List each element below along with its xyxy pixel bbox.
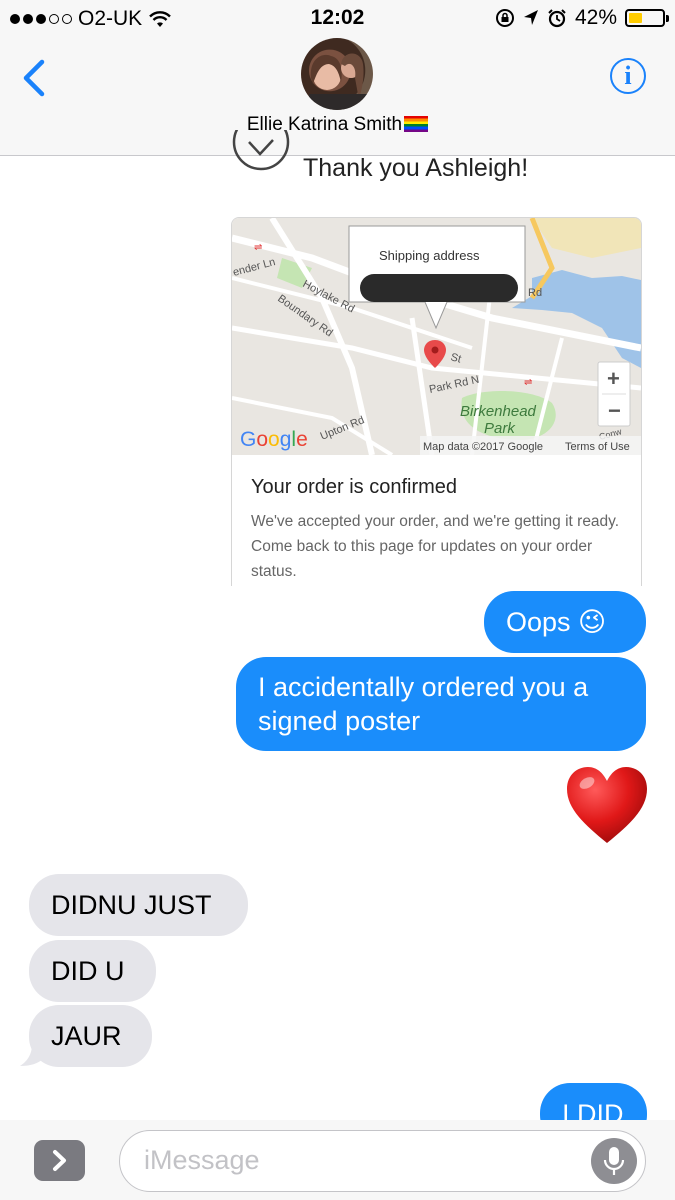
message-bubble-incoming[interactable]: DIDNU JUST bbox=[29, 874, 248, 936]
order-confirmed-title: Your order is confirmed bbox=[251, 476, 458, 498]
terms-of-use-link[interactable]: Terms of Use bbox=[565, 441, 630, 453]
alarm-icon bbox=[548, 9, 566, 28]
message-bubble-outgoing[interactable]: Oops 😉 bbox=[484, 591, 646, 653]
map-label: Park bbox=[484, 420, 516, 437]
conversation-header: Ellie Katrina Smith i bbox=[0, 38, 675, 156]
message-input-bar: iMessage bbox=[0, 1120, 675, 1200]
input-placeholder: iMessage bbox=[144, 1145, 260, 1175]
svg-text:⇌: ⇌ bbox=[524, 377, 532, 388]
redacted-address bbox=[360, 274, 518, 302]
google-logo: Google bbox=[240, 428, 308, 451]
dictation-button[interactable] bbox=[591, 1138, 637, 1184]
location-icon bbox=[523, 10, 538, 25]
thanks-message: Thank you Ashleigh! bbox=[303, 154, 529, 182]
message-bubble-outgoing[interactable]: I accidentally ordered you a signed post… bbox=[236, 657, 646, 751]
rainbow-flag-icon bbox=[404, 116, 429, 132]
shipping-map[interactable]: ender Ln Hoylake Rd Boundary Rd Park Rd … bbox=[232, 218, 641, 455]
map-label: Birkenhead bbox=[460, 403, 537, 420]
microphone-icon bbox=[603, 1147, 625, 1175]
svg-text:⇌: ⇌ bbox=[254, 242, 262, 253]
battery-fill bbox=[629, 13, 642, 23]
contact-name[interactable]: Ellie Katrina Smith bbox=[0, 114, 675, 136]
battery-icon bbox=[625, 9, 669, 27]
bubble-tail bbox=[20, 1044, 44, 1066]
zoom-out-button[interactable]: − bbox=[608, 398, 621, 423]
popup-title: Shipping address bbox=[379, 248, 480, 263]
order-confirmation-card[interactable]: ender Ln Hoylake Rd Boundary Rd Park Rd … bbox=[231, 217, 642, 586]
order-confirmed-body: We've accepted your order, and we're get… bbox=[251, 513, 620, 580]
chevron-left-icon[interactable] bbox=[18, 58, 52, 98]
battery-percent: 42% bbox=[574, 6, 617, 29]
map-attribution: Map data ©2017 Google bbox=[423, 441, 543, 453]
heart-emoji-message[interactable] bbox=[565, 765, 649, 847]
expand-apps-button[interactable] bbox=[34, 1140, 85, 1181]
info-button[interactable]: i bbox=[610, 58, 646, 94]
status-bar: O2-UK 12:02 42% bbox=[0, 0, 675, 38]
chevron-right-icon bbox=[53, 1150, 66, 1171]
avatar[interactable] bbox=[301, 38, 373, 110]
rotation-lock-icon bbox=[495, 9, 514, 27]
status-right: 42% bbox=[495, 6, 669, 30]
map-label: Rd bbox=[528, 287, 542, 299]
checkmark-circle-icon bbox=[232, 130, 290, 171]
message-bubble-incoming[interactable]: DID U bbox=[29, 940, 156, 1002]
imessage-input[interactable]: iMessage bbox=[119, 1130, 646, 1192]
zoom-in-button[interactable]: + bbox=[607, 366, 620, 391]
